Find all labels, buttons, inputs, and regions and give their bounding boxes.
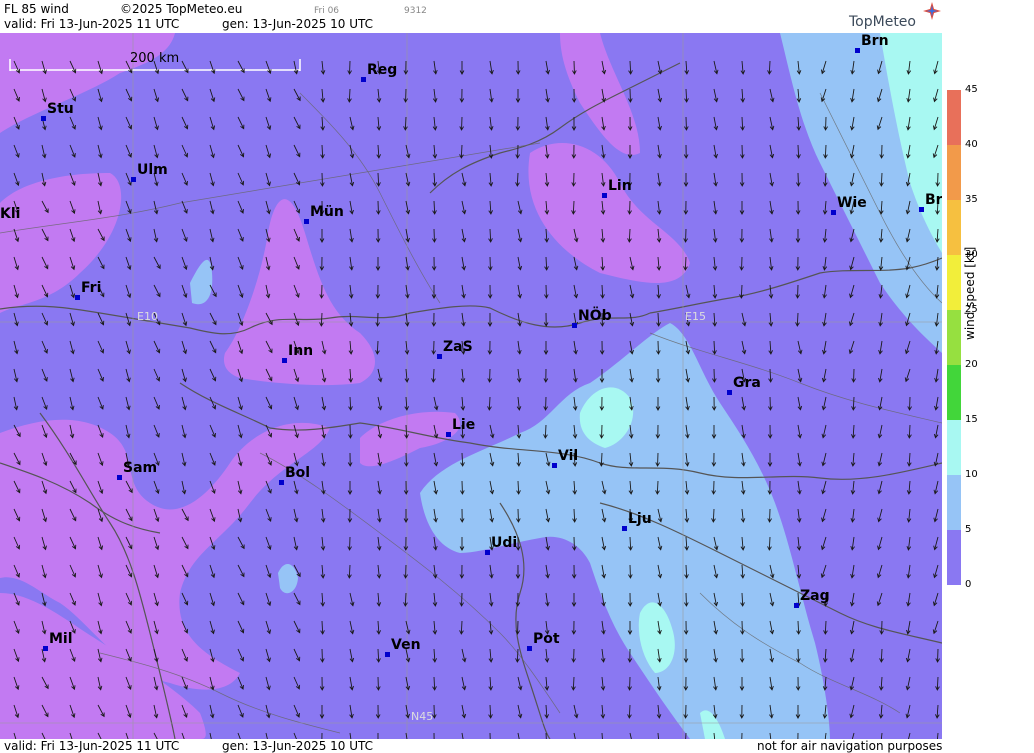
city-marker	[304, 219, 309, 224]
city-marker	[485, 550, 490, 555]
legend-tick: 5	[965, 524, 972, 535]
color-step	[947, 530, 961, 585]
city-label: Vil	[558, 448, 579, 464]
map-title: FL 85 wind	[4, 2, 69, 16]
legend-tick: 35	[965, 194, 978, 205]
city-marker	[855, 48, 860, 53]
scale-bar-label: 200 km	[130, 51, 180, 66]
grid-label-n45: N45	[411, 710, 434, 723]
city-marker	[41, 116, 46, 121]
city-label: Pot	[533, 631, 560, 647]
city-label: Wie	[837, 195, 867, 211]
city-label: Zag	[800, 588, 830, 604]
valid-time: valid: Fri 13-Jun-2025 11 UTC	[4, 17, 180, 31]
grid-label-e15: E15	[685, 310, 706, 323]
disclaimer: not for air navigation purposes	[757, 739, 943, 753]
legend-tick: 0	[965, 579, 972, 590]
legend-tick: 20	[965, 359, 978, 370]
city-marker	[117, 475, 122, 480]
city-marker	[794, 603, 799, 608]
city-marker	[282, 358, 287, 363]
topmeteo-logo: TopMeteo	[849, 2, 941, 30]
grid-label-e10: E10	[137, 310, 158, 323]
city-marker	[919, 207, 924, 212]
legend-label: wind speed [kt]	[963, 246, 977, 340]
city-marker	[572, 323, 577, 328]
small-day: Fri 06	[314, 6, 340, 16]
wind-field	[0, 33, 942, 739]
city-label: Kli	[0, 206, 21, 222]
logo-text: TopMeteo	[849, 14, 916, 30]
city-label: Stu	[47, 101, 74, 117]
city-marker	[279, 480, 284, 485]
city-label: Fri	[81, 280, 102, 296]
gen-time: gen: 13-Jun-2025 10 UTC	[222, 17, 374, 31]
footer-gen-time: gen: 13-Jun-2025 10 UTC	[222, 739, 374, 753]
copyright: ©2025 TopMeteo.eu	[120, 2, 243, 16]
city-label: Mil	[49, 631, 73, 647]
legend-tick: 45	[965, 84, 978, 95]
city-label: Udi	[491, 535, 518, 551]
city-label: Ulm	[137, 162, 168, 178]
color-step	[947, 200, 961, 255]
color-step	[947, 310, 961, 365]
city-marker	[361, 77, 366, 82]
city-marker	[43, 646, 48, 651]
wind-map[interactable]: 200 km E10 E15 N45 Stu Ulm Kli Fri Reg M…	[0, 33, 942, 739]
city-marker	[727, 390, 732, 395]
color-step	[947, 420, 961, 475]
legend-tick: 15	[965, 414, 978, 425]
city-marker	[131, 177, 136, 182]
city-marker	[552, 463, 557, 468]
city-label: Br	[925, 192, 942, 208]
city-marker	[602, 193, 607, 198]
footer-valid-time: valid: Fri 13-Jun-2025 11 UTC	[4, 739, 180, 753]
city-label: Lin	[608, 178, 632, 194]
city-label: Lju	[628, 511, 652, 527]
city-label: Inn	[288, 343, 314, 359]
city-marker	[75, 295, 80, 300]
small-code: 9312	[404, 6, 427, 16]
legend-tick: 10	[965, 469, 978, 480]
city-marker	[437, 354, 442, 359]
city-label: Mün	[310, 204, 344, 220]
color-step	[947, 145, 961, 200]
city-marker	[385, 652, 390, 657]
legend-tick: 40	[965, 139, 978, 150]
city-label: Ven	[391, 637, 421, 653]
color-step	[947, 90, 961, 145]
city-label: Brn	[861, 33, 889, 49]
footer: valid: Fri 13-Jun-2025 11 UTC gen: 13-Ju…	[0, 739, 942, 753]
color-scale	[947, 90, 961, 585]
city-marker	[831, 210, 836, 215]
star-icon	[923, 2, 941, 20]
city-label: Reg	[367, 62, 398, 78]
city-label: Gra	[733, 375, 761, 391]
color-step	[947, 475, 961, 530]
color-step	[947, 365, 961, 420]
city-label: Sam	[123, 460, 158, 476]
color-step	[947, 255, 961, 310]
header: FL 85 wind ©2025 TopMeteo.eu Fri 06 9312…	[0, 0, 942, 33]
city-label: Bol	[285, 465, 311, 481]
city-marker	[622, 526, 627, 531]
city-label: NÖb	[578, 308, 612, 324]
city-marker	[527, 646, 532, 651]
city-marker	[446, 432, 451, 437]
city-label: ZaS	[443, 339, 473, 355]
city-label: Lie	[452, 417, 476, 433]
